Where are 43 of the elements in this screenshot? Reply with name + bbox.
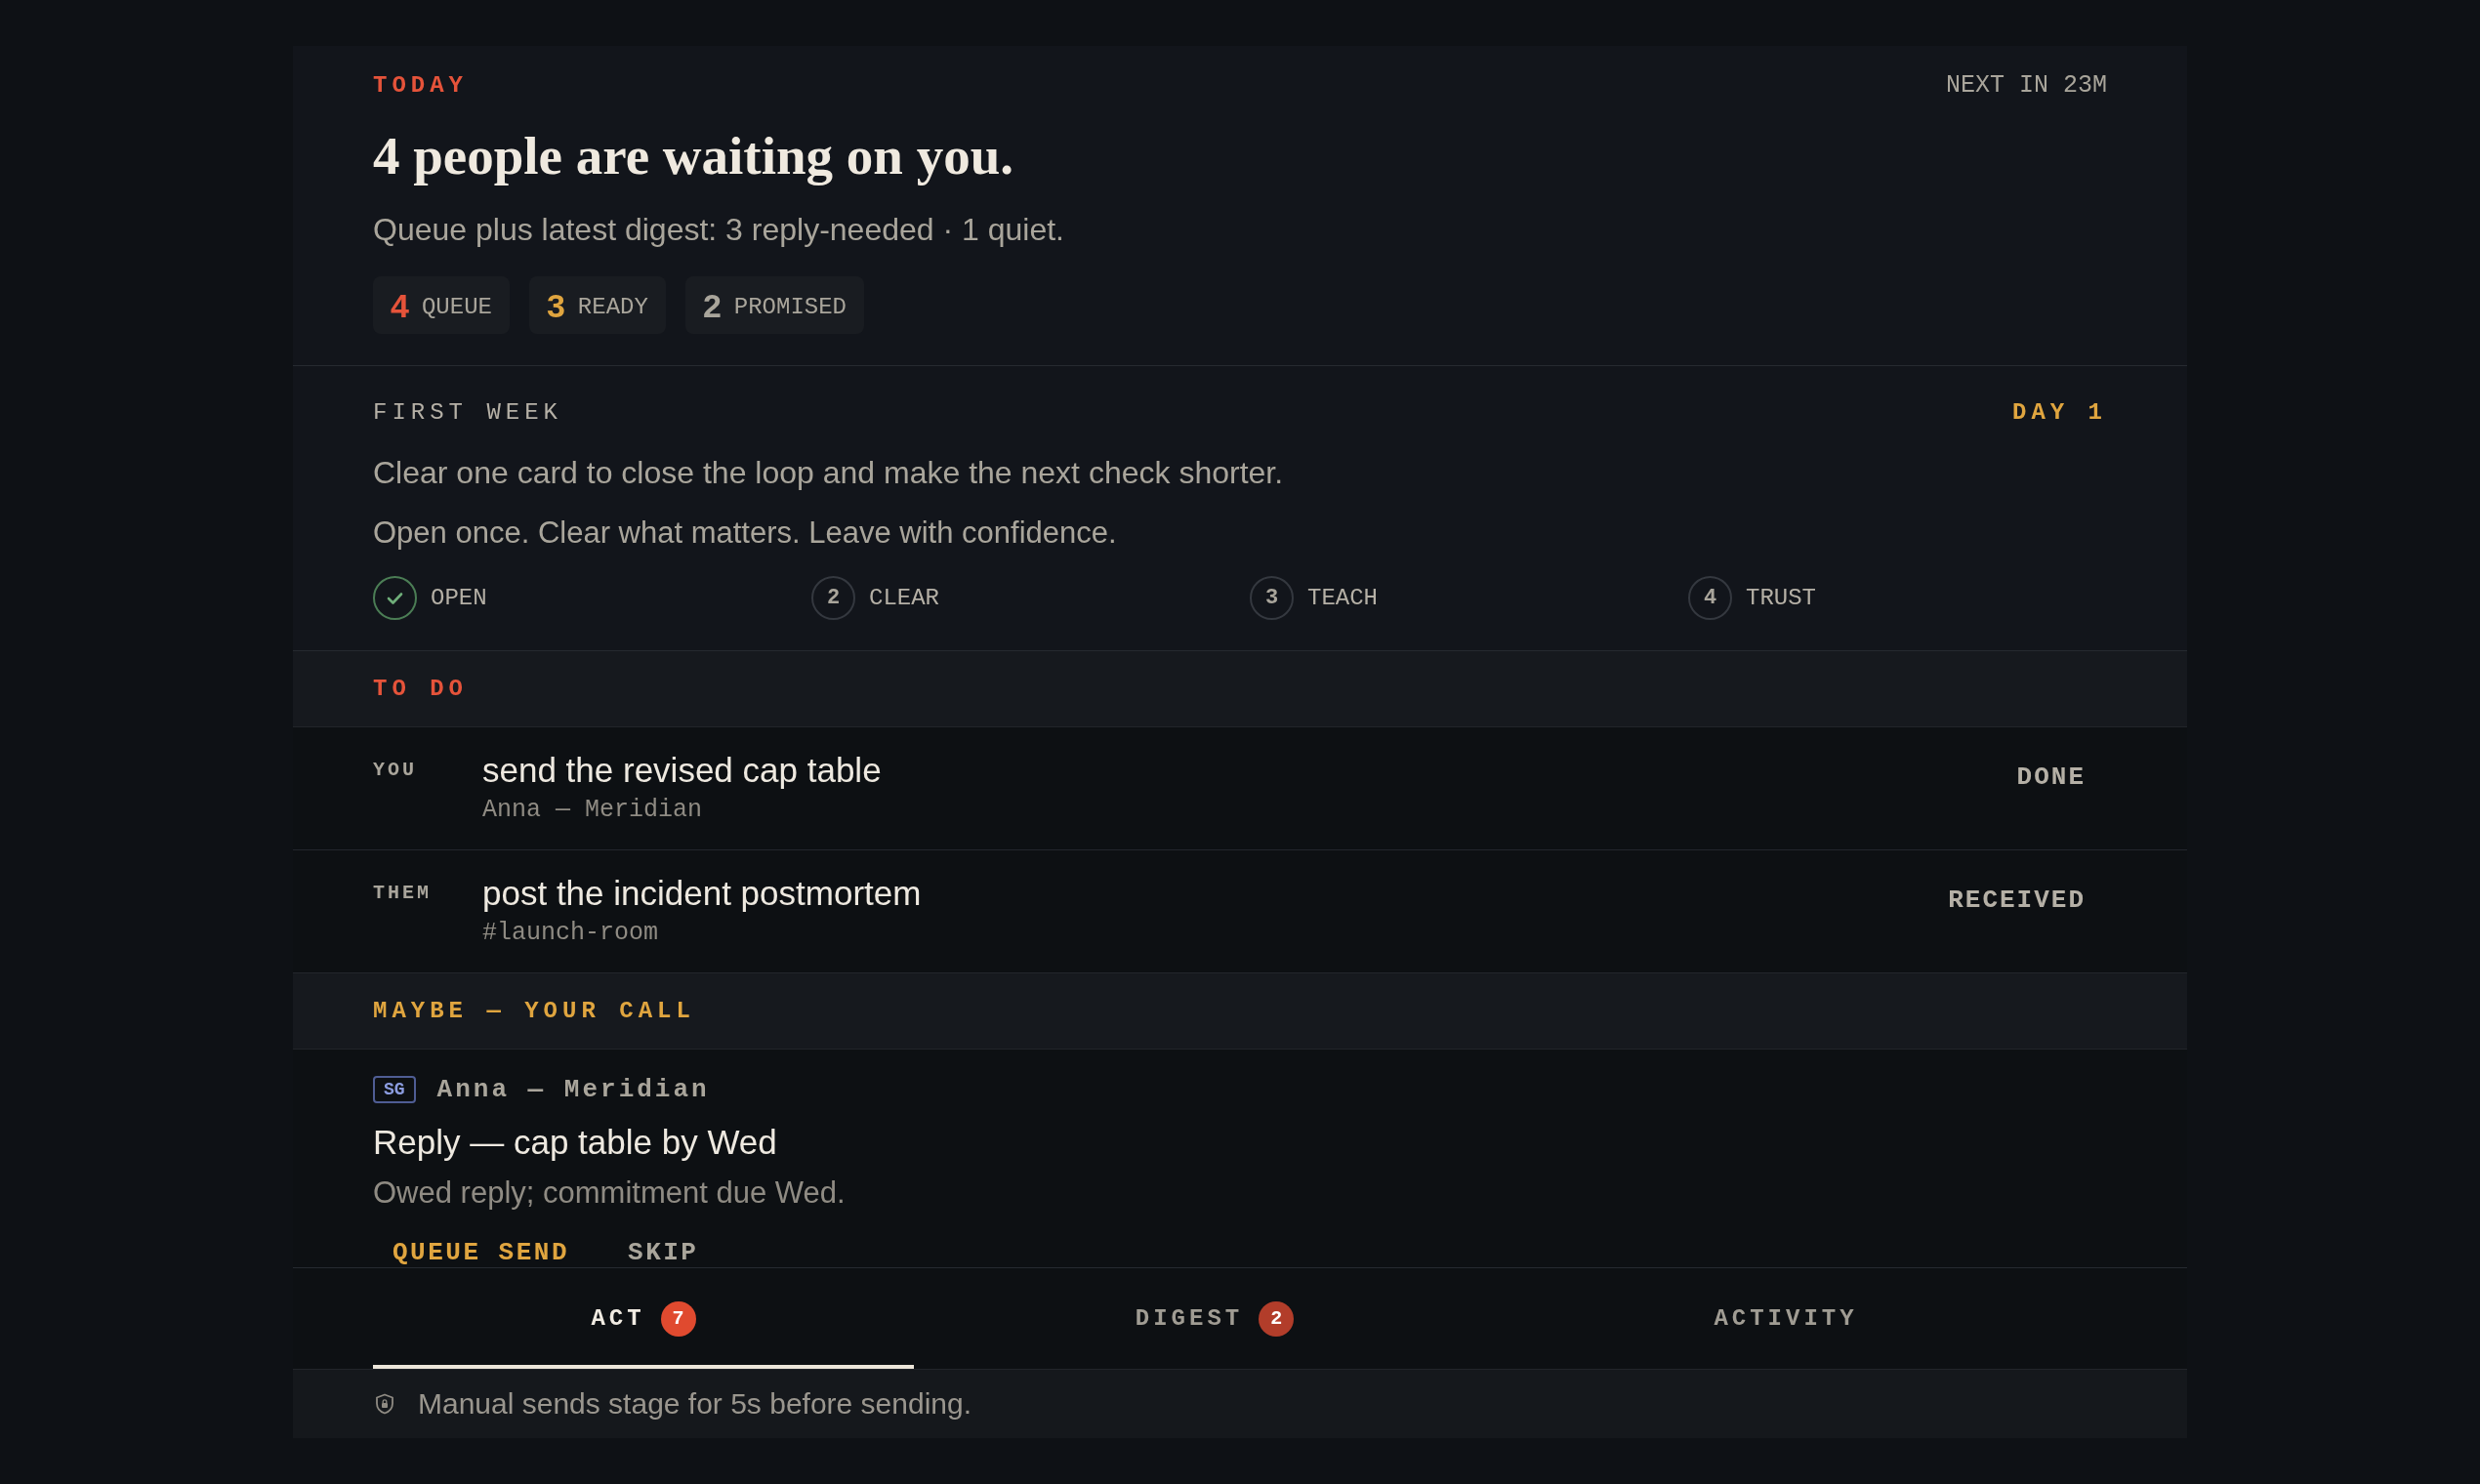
stat-label: PROMISED — [733, 292, 847, 322]
action-button[interactable]: DONE — [1996, 758, 2106, 797]
stat-count: 3 — [546, 285, 565, 325]
card-reason: Owed reply; commitment due Wed. — [373, 1175, 846, 1212]
body-text: Clear one card to close the loop and make the next check shorter. — [373, 454, 1285, 492]
body-text: Open once. Clear what matters. Leave with confidence. — [373, 515, 1118, 552]
stat-label: READY — [577, 292, 648, 322]
countdown-text: NEXT IN 23M — [1945, 71, 2107, 101]
step-label: CLEAR — [869, 583, 939, 613]
section-label: TO DO — [373, 674, 468, 704]
section-label: MAYBE — YOUR CALL — [373, 996, 695, 1026]
stat-count: 2 — [702, 285, 722, 325]
sender-tag: SG — [373, 1076, 416, 1103]
step-number: 4 — [1688, 576, 1732, 620]
task-title: post the incident postmortem — [482, 874, 922, 913]
step-label: TEACH — [1307, 583, 1378, 613]
owner-label: YOU — [373, 758, 418, 783]
task-source: #launch-room — [482, 919, 659, 948]
step-number: 2 — [811, 576, 855, 620]
step-number: 3 — [1250, 576, 1294, 620]
section-label: TODAY — [373, 71, 468, 101]
section-label: FIRST WEEK — [373, 398, 563, 428]
owner-label: THEM — [373, 881, 433, 906]
tab[interactable]: ACTIVITY — [1515, 1268, 2056, 1369]
step-label: OPEN — [431, 583, 487, 613]
stat-label: QUEUE — [421, 292, 492, 322]
footer-note: Manual sends stage for 5s before sending. — [418, 1386, 972, 1422]
shield-icon — [375, 1393, 394, 1415]
skip-button[interactable]: SKIP — [608, 1238, 719, 1267]
action-button[interactable]: RECEIVED — [1927, 881, 2106, 920]
card-source: Anna — Meridian — [436, 1075, 710, 1104]
task-title: send the revised cap table — [482, 751, 882, 790]
tab[interactable]: DIGEST 2 — [944, 1268, 1485, 1369]
queue-button[interactable]: QUEUE SEND — [373, 1238, 590, 1267]
task-source: Anna — Meridian — [482, 796, 703, 825]
count-badge: 2 — [1259, 1300, 1295, 1337]
card-title: Reply — cap table by Wed — [373, 1122, 777, 1163]
headline: 4 people are waiting on you. — [373, 127, 1014, 186]
day-label: DAY 1 — [2012, 398, 2107, 428]
stat-count: 4 — [391, 285, 409, 325]
count-badge: 7 — [660, 1300, 696, 1337]
step-label: TRUST — [1746, 583, 1816, 613]
summary-text: Queue plus latest digest: 3 reply-needed · 1 quiet. — [373, 211, 1065, 249]
